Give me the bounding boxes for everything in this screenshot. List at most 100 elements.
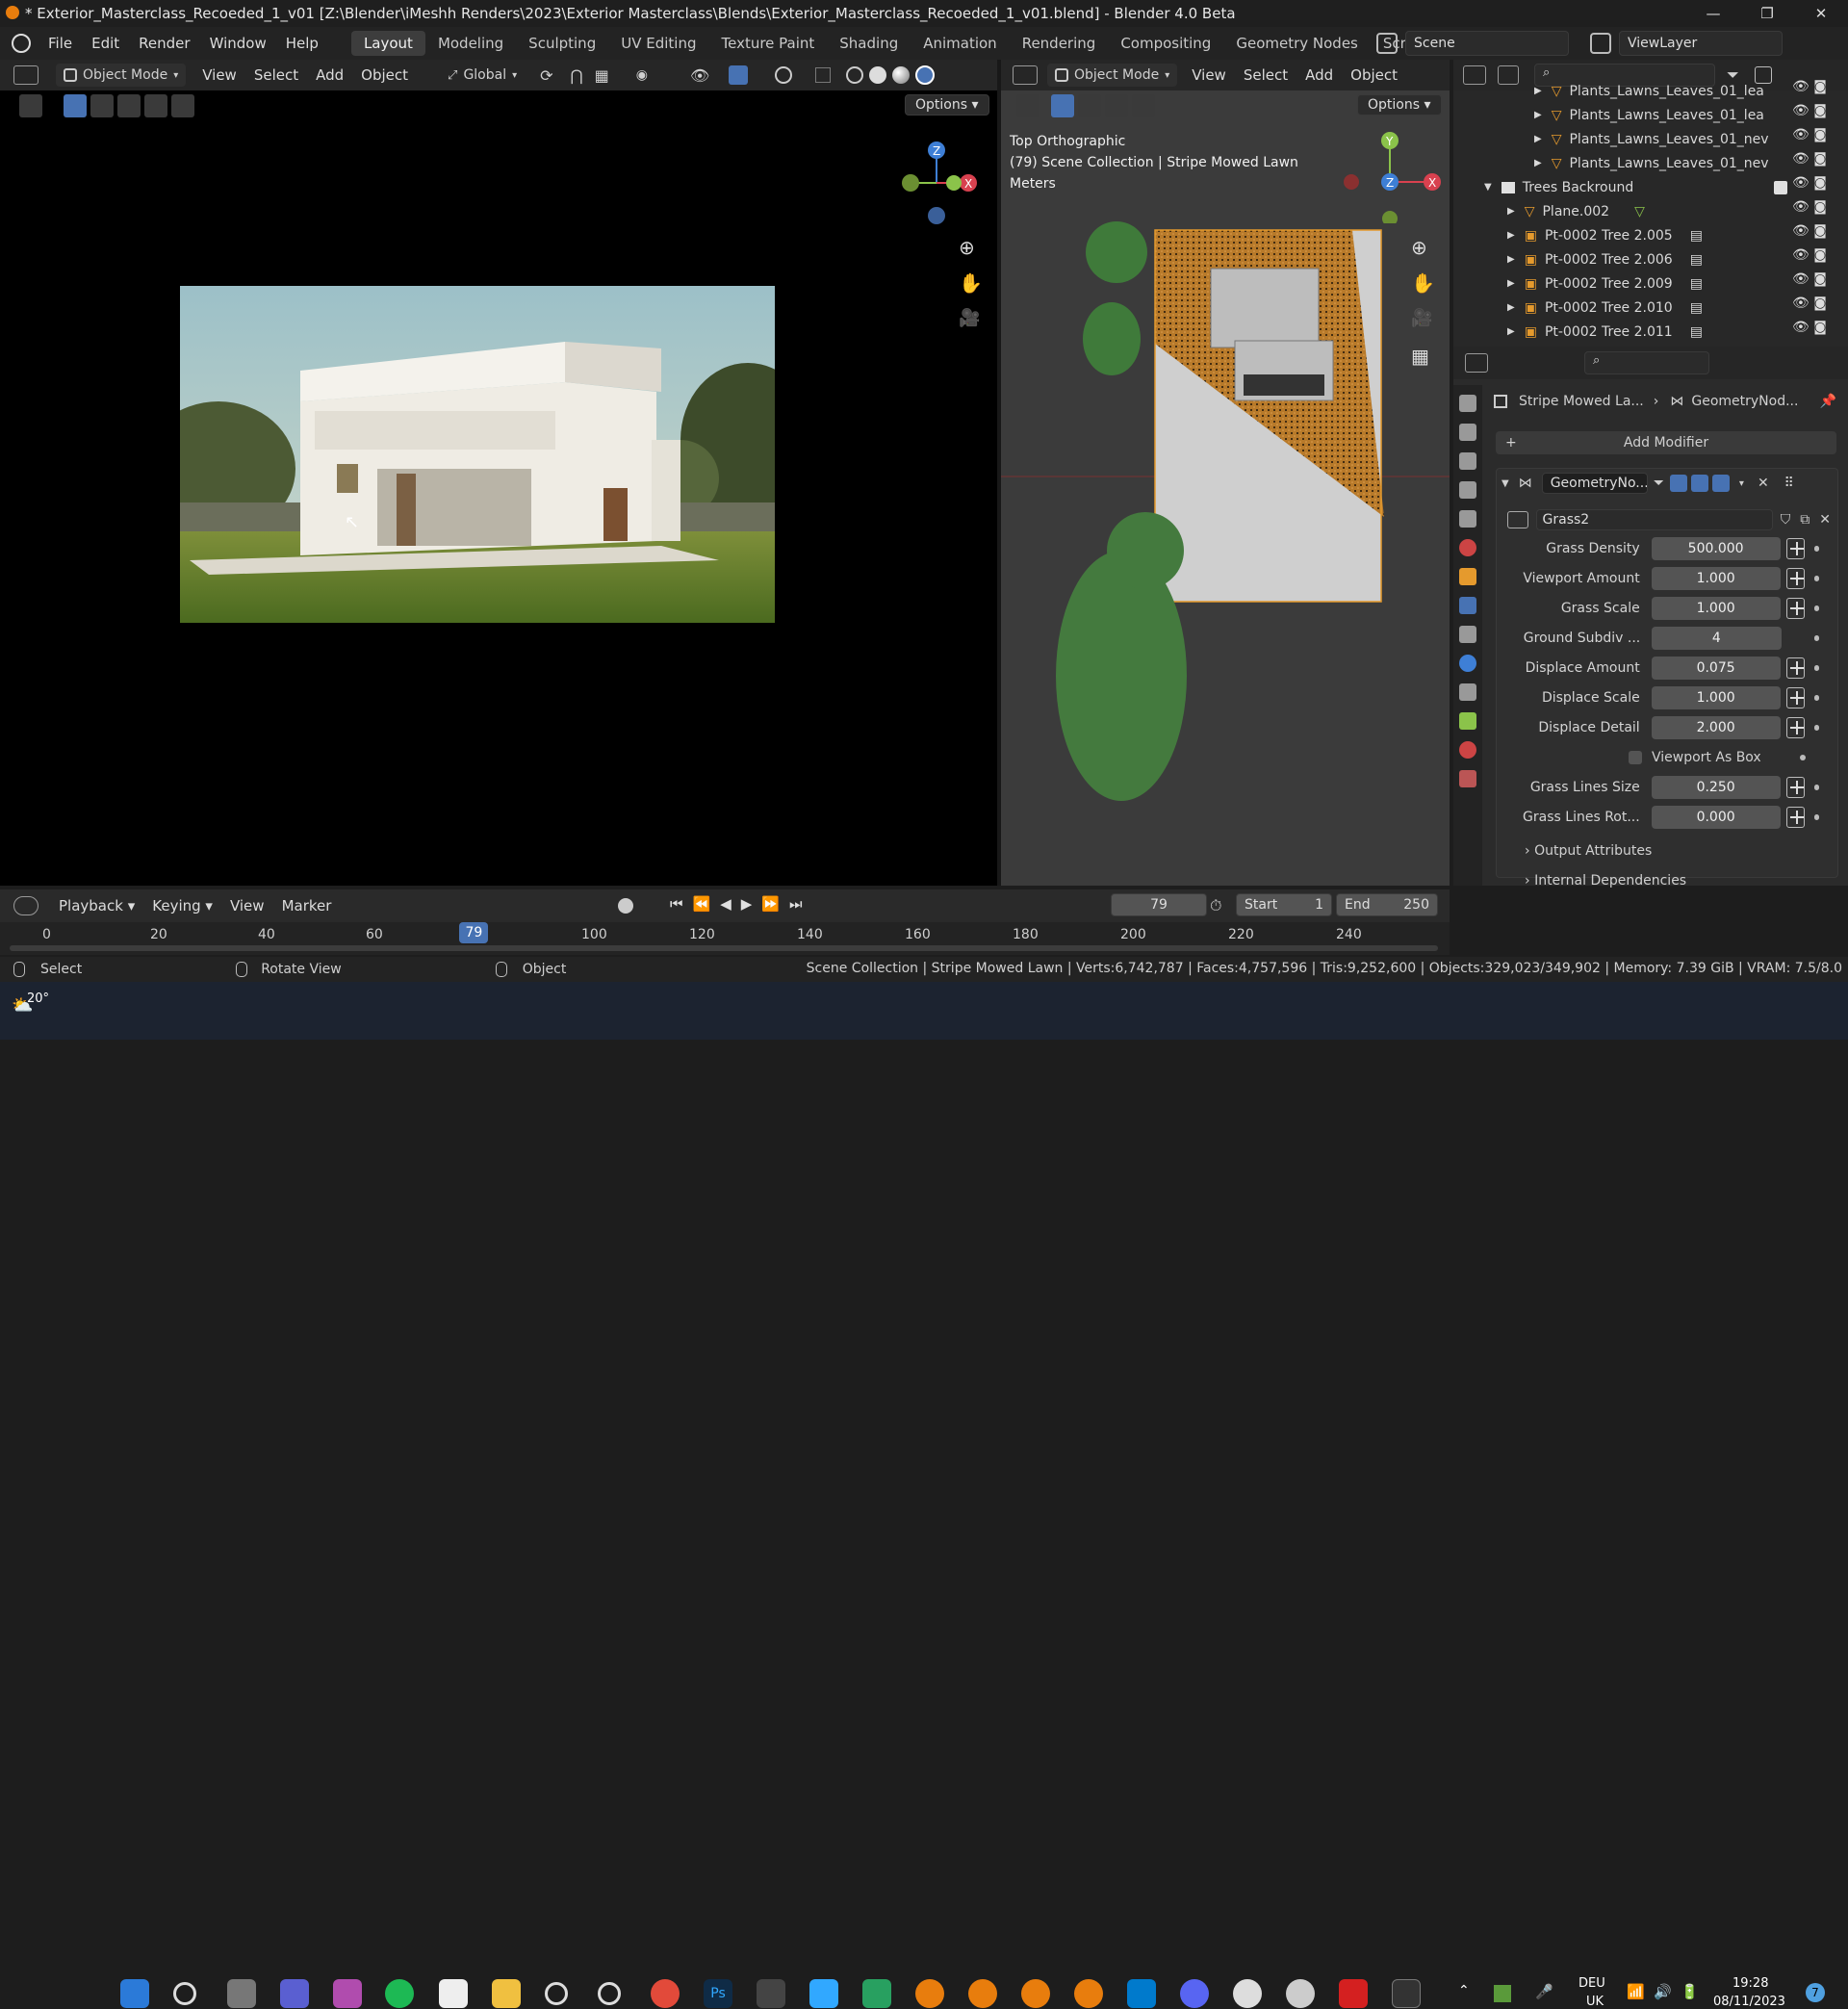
snip-tool-icon[interactable] xyxy=(333,1979,362,2008)
expand-arrow-icon[interactable]: ▶ xyxy=(1507,230,1515,241)
constraints-tab-icon[interactable] xyxy=(1459,683,1476,701)
select-mode-subtract-icon[interactable] xyxy=(1105,94,1128,117)
close-button[interactable]: ✕ xyxy=(1794,0,1848,27)
keyframe-dot-icon[interactable] xyxy=(1813,695,1819,701)
proportional-edit-icon[interactable]: ◉ xyxy=(636,67,648,83)
select-mode-subtract-icon[interactable] xyxy=(117,94,141,117)
node-socket-icon[interactable] xyxy=(1785,687,1805,708)
keyframe-dot-icon[interactable] xyxy=(1813,546,1819,552)
select-mode-intersect-icon[interactable] xyxy=(171,94,194,117)
render-toggle-icon[interactable] xyxy=(1711,475,1730,492)
add-modifier-button[interactable]: + Add Modifier xyxy=(1496,431,1836,454)
expand-arrow-icon[interactable]: ▶ xyxy=(1507,278,1515,289)
menu-add[interactable]: Add xyxy=(1296,62,1342,89)
chevron-down-icon[interactable]: ▾ xyxy=(1739,478,1744,489)
ground-subdiv-input[interactable]: 4 xyxy=(1652,627,1782,650)
node-socket-icon[interactable] xyxy=(1785,538,1805,559)
teams-icon[interactable] xyxy=(280,1979,309,2008)
select-mode-new-icon[interactable] xyxy=(1051,94,1074,117)
grass-scale-input[interactable]: 1.000 xyxy=(1651,597,1781,620)
tab-modeling[interactable]: Modeling xyxy=(425,31,516,56)
notification-badge[interactable]: 7 xyxy=(1806,1983,1825,2002)
start-frame-input[interactable]: Start 1 xyxy=(1236,893,1332,916)
eye-icon[interactable]: 👁 ◙ xyxy=(1792,247,1840,271)
tool-tab-icon[interactable] xyxy=(1459,395,1476,412)
jump-end-icon[interactable]: ⏭ xyxy=(789,895,803,913)
internal-dependencies-subpanel[interactable]: › Internal Dependencies xyxy=(1525,873,1686,889)
node-socket-icon[interactable] xyxy=(1785,568,1805,589)
tab-sculpting[interactable]: Sculpting xyxy=(516,31,608,56)
menu-view[interactable]: View xyxy=(1183,62,1235,89)
expand-arrow-icon[interactable]: ▶ xyxy=(1507,302,1515,313)
menu-marker[interactable]: Marker xyxy=(273,892,341,919)
menu-object[interactable]: Object xyxy=(352,62,417,89)
menu-help[interactable]: Help xyxy=(276,27,328,60)
outliner-row[interactable]: ▶ ▽ Plants_Lawns_Leaves_01_nev xyxy=(1453,127,1838,151)
tab-rendering[interactable]: Rendering xyxy=(1010,31,1109,56)
properties-search-input[interactable]: ⌕ xyxy=(1584,351,1709,374)
expand-arrow-icon[interactable]: ▶ xyxy=(1534,158,1542,168)
current-frame-input[interactable]: 79 xyxy=(1111,893,1207,916)
blender-3-icon[interactable] xyxy=(1021,1979,1050,2008)
menu-file[interactable]: File xyxy=(38,27,82,60)
keyframe-dot-icon[interactable] xyxy=(1813,814,1819,820)
modifier-name-field[interactable]: GeometryNo... xyxy=(1541,473,1648,494)
camera-view-icon[interactable]: 🎥 xyxy=(959,308,980,328)
outliner-row[interactable]: ▶ ▣ Pt-0002 Tree 2.005 ▤ xyxy=(1453,223,1838,247)
menu-playback[interactable]: Playback ▾ xyxy=(50,892,143,919)
pan-hand-icon[interactable]: ✋ xyxy=(959,271,983,295)
node-socket-icon[interactable] xyxy=(1785,598,1805,619)
outliner-row[interactable]: ▶ ▽ Plane.002 ▽ xyxy=(1453,199,1838,223)
play-reverse-icon[interactable]: ◀ xyxy=(720,895,732,913)
menu-select[interactable]: Select xyxy=(1235,62,1296,89)
data-tab-icon[interactable] xyxy=(1459,712,1476,730)
file-manager-icon[interactable] xyxy=(227,1979,256,2008)
menu-window[interactable]: Window xyxy=(200,27,276,60)
snap-icon[interactable]: ⋂ xyxy=(571,66,583,85)
eye-icon[interactable]: 👁 ◙ xyxy=(1792,199,1840,223)
tab-shading[interactable]: Shading xyxy=(827,31,911,56)
menu-view[interactable]: View xyxy=(221,892,273,919)
wifi-icon[interactable]: 📶 xyxy=(1627,1983,1645,2000)
blender-4-icon[interactable] xyxy=(1074,1979,1103,2008)
left-viewport[interactable]: Object Mode ▾ View Select Add Object ⤢ Glo… xyxy=(0,60,997,886)
eye-icon[interactable]: 👁 ◙ xyxy=(1792,223,1840,247)
outliner-row[interactable]: ▶ ▣ Pt-0002 Tree 2.006 ▤ xyxy=(1453,247,1838,271)
view-layer-tab-icon[interactable] xyxy=(1459,481,1476,499)
tab-layout[interactable]: Layout xyxy=(350,31,425,56)
grass-density-input[interactable]: 500.000 xyxy=(1651,537,1781,560)
outliner-row[interactable]: ▶ ▽ Plants_Lawns_Leaves_01_lea xyxy=(1453,103,1838,127)
menu-view[interactable]: View xyxy=(193,62,245,89)
cage-toggle-icon[interactable] xyxy=(1669,475,1687,492)
playhead[interactable]: 79 xyxy=(459,922,489,943)
clock-time[interactable]: 19:28 xyxy=(1732,1976,1768,1991)
pin-icon[interactable]: 📌 xyxy=(1820,394,1836,409)
timeline-editor-icon[interactable] xyxy=(13,896,38,915)
timeline-scrollbar[interactable] xyxy=(10,945,1438,951)
grass-lines-size-input[interactable]: 0.250 xyxy=(1651,776,1781,799)
expand-arrow-icon[interactable]: ▶ xyxy=(1507,206,1515,217)
physics-tab-icon[interactable] xyxy=(1459,655,1476,672)
snap-grid-icon[interactable]: ▦ xyxy=(595,66,609,85)
blender-menu-icon[interactable] xyxy=(12,34,31,53)
editor-type-icon[interactable] xyxy=(1013,65,1038,85)
folder-icon[interactable] xyxy=(492,1979,521,2008)
outliner-row[interactable]: ▶ ▽ Plants_Lawns_Leaves_01_nev xyxy=(1453,151,1838,175)
outliner-row[interactable]: ▶ ▣ Pt-0002 Tree 2.009 ▤ xyxy=(1453,271,1838,296)
menu-render[interactable]: Render xyxy=(129,27,199,60)
keyframe-dot-icon[interactable] xyxy=(1813,665,1819,671)
gpu-tray-icon[interactable] xyxy=(1494,1985,1511,2002)
object-mode-dropdown[interactable]: Object Mode ▾ xyxy=(1047,64,1178,87)
drag-handle-icon[interactable]: ⠿ xyxy=(1784,476,1794,491)
eye-icon[interactable]: 👁 ◙ xyxy=(1792,151,1840,175)
navigation-gizmo[interactable]: Z X xyxy=(890,127,977,233)
prev-keyframe-icon[interactable]: ⏪ xyxy=(693,895,711,913)
texture-tab-icon[interactable] xyxy=(1459,770,1476,787)
remove-modifier-icon[interactable]: ✕ xyxy=(1758,476,1769,491)
node-socket-icon[interactable] xyxy=(1785,807,1805,828)
openai-icon[interactable] xyxy=(1233,1979,1262,2008)
minimize-button[interactable]: — xyxy=(1686,0,1740,27)
microphone-icon[interactable]: 🎤 xyxy=(1535,1983,1553,2000)
shading-wireframe-icon[interactable] xyxy=(846,66,864,84)
menu-select[interactable]: Select xyxy=(245,62,307,89)
